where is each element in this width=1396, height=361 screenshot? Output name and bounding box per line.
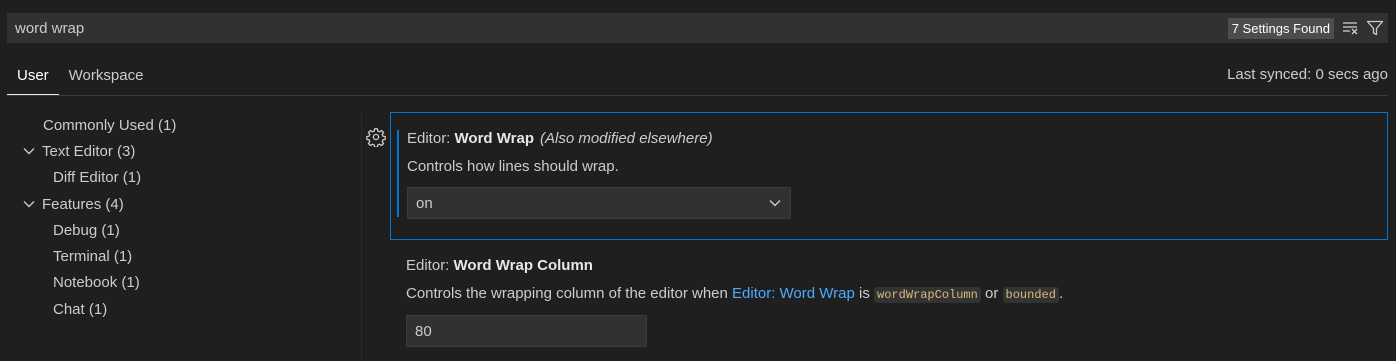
setting-description: Controls how lines should wrap. xyxy=(407,158,619,175)
toc-item-commonly-used[interactable]: Commonly Used (1) xyxy=(0,112,360,138)
toc-item-label: Diff Editor (1) xyxy=(53,169,142,187)
setting-category: Editor: xyxy=(406,257,454,274)
code-bounded: bounded xyxy=(1002,287,1059,303)
settings-toc: Commonly Used (1) Text Editor (3) Diff E… xyxy=(0,112,360,322)
toc-item-label: Commonly Used (1) xyxy=(43,116,177,134)
chevron-down-icon xyxy=(768,195,782,212)
toc-item-chat[interactable]: Chat (1) xyxy=(0,296,360,322)
setting-name: Word Wrap xyxy=(454,130,534,147)
word-wrap-column-input[interactable] xyxy=(406,315,647,347)
tabs-divider xyxy=(7,95,1388,96)
dropdown-value: on xyxy=(416,194,433,212)
description-text: . xyxy=(1058,285,1064,302)
toc-item-label: Terminal (1) xyxy=(53,248,133,266)
gear-icon[interactable] xyxy=(366,127,386,151)
settings-search-bar: 7 Settings Found xyxy=(7,13,1388,43)
tab-workspace[interactable]: Workspace xyxy=(59,60,154,95)
toc-item-label: Chat (1) xyxy=(53,300,108,318)
chevron-down-icon[interactable] xyxy=(22,199,36,209)
chevron-down-icon[interactable] xyxy=(22,146,36,156)
description-text: is xyxy=(854,285,875,302)
modified-indicator xyxy=(397,130,399,217)
setting-description: Controls the wrapping column of the edit… xyxy=(406,285,1064,303)
filter-icon[interactable] xyxy=(1364,17,1386,39)
description-text: Controls the wrapping column of the edit… xyxy=(406,285,733,302)
modified-elsewhere-note[interactable]: (Also modified elsewhere) xyxy=(540,130,713,147)
description-text: or xyxy=(980,285,1003,302)
toc-item-terminal[interactable]: Terminal (1) xyxy=(0,243,360,269)
toc-separator xyxy=(361,112,362,361)
setting-word-wrap[interactable]: Editor: Word Wrap (Also modified elsewher… xyxy=(390,112,1388,240)
settings-scope-tabs: User Workspace xyxy=(7,60,153,95)
toc-item-notebook[interactable]: Notebook (1) xyxy=(0,270,360,296)
word-wrap-dropdown[interactable]: on xyxy=(407,187,791,219)
word-wrap-setting-link[interactable]: Editor: Word Wrap xyxy=(732,285,855,302)
toc-item-label: Notebook (1) xyxy=(53,274,140,292)
toc-item-debug[interactable]: Debug (1) xyxy=(0,217,360,243)
toc-item-label: Text Editor (3) xyxy=(42,142,136,160)
setting-category: Editor: xyxy=(407,130,455,147)
toc-item-label: Debug (1) xyxy=(53,221,120,239)
setting-name: Word Wrap Column xyxy=(453,257,593,274)
setting-title: Editor: Word Wrap Column xyxy=(406,257,593,274)
code-word-wrap-column: wordWrapColumn xyxy=(874,287,981,303)
clear-filter-icon[interactable] xyxy=(1340,17,1362,39)
toc-item-features[interactable]: Features (4) xyxy=(0,191,360,217)
toc-item-label: Features (4) xyxy=(42,195,124,213)
toc-item-text-editor[interactable]: Text Editor (3) xyxy=(0,138,360,164)
toc-item-diff-editor[interactable]: Diff Editor (1) xyxy=(0,165,360,191)
results-count-badge: 7 Settings Found xyxy=(1227,17,1334,39)
tab-user[interactable]: User xyxy=(7,60,59,95)
settings-search-input[interactable] xyxy=(7,13,1228,43)
sync-status: Last synced: 0 secs ago xyxy=(1227,66,1388,83)
setting-title: Editor: Word Wrap (Also modified elsewher… xyxy=(407,130,713,147)
